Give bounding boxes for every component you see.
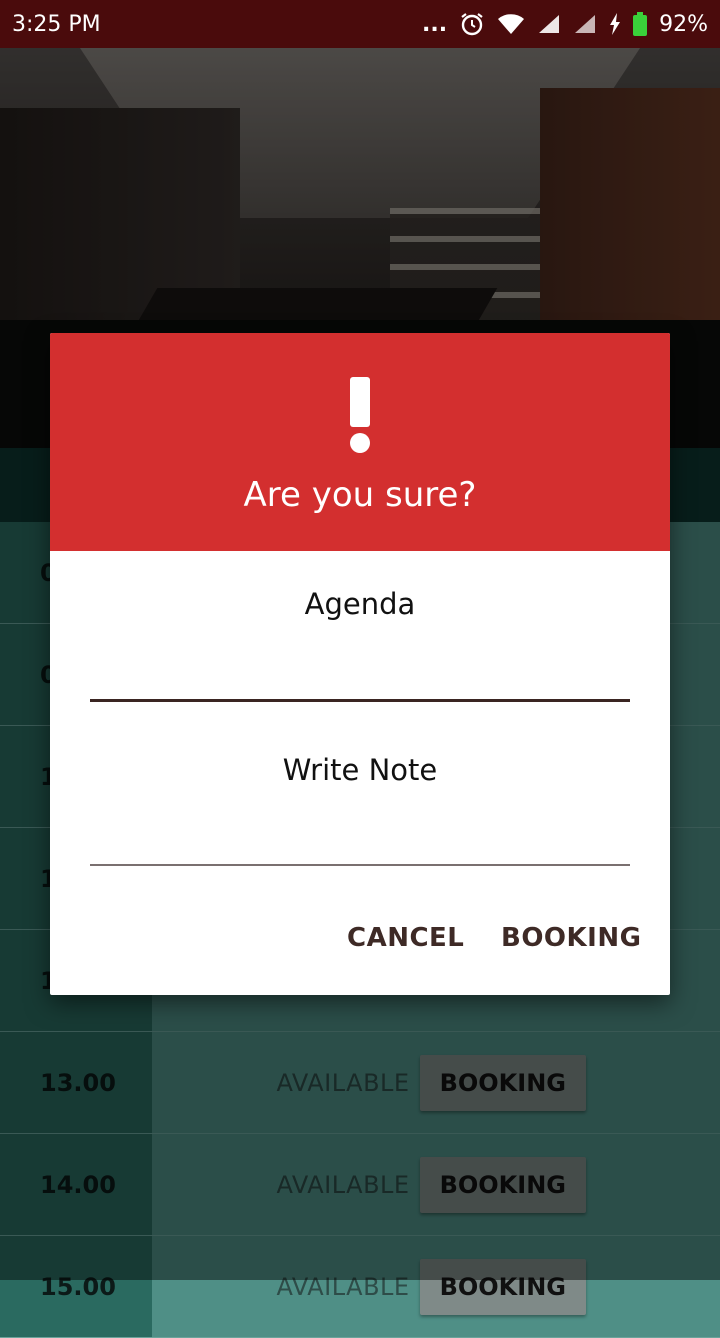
battery-icon bbox=[633, 12, 648, 36]
status-icons: ... 92% bbox=[422, 11, 708, 37]
dialog-title: Are you sure? bbox=[243, 475, 477, 515]
charging-icon bbox=[609, 13, 621, 35]
signal-icon bbox=[537, 13, 561, 35]
agenda-label: Agenda bbox=[304, 587, 416, 621]
signal-icon-2 bbox=[573, 13, 597, 35]
alarm-icon bbox=[459, 11, 485, 37]
confirm-dialog: Are you sure? Agenda Write Note CANCEL B… bbox=[50, 333, 670, 995]
note-label: Write Note bbox=[282, 753, 438, 787]
booking-button[interactable]: BOOKING bbox=[501, 923, 641, 953]
exclamation-icon bbox=[350, 377, 370, 453]
notification-overflow: ... bbox=[422, 11, 448, 37]
status-time: 3:25 PM bbox=[12, 11, 101, 37]
dialog-header: Are you sure? bbox=[50, 333, 670, 551]
status-bar: 3:25 PM ... 92% bbox=[0, 0, 720, 48]
agenda-input[interactable] bbox=[90, 699, 630, 702]
note-input[interactable] bbox=[90, 864, 630, 866]
cancel-button[interactable]: CANCEL bbox=[347, 923, 464, 953]
battery-percent: 92% bbox=[659, 11, 708, 37]
wifi-icon bbox=[497, 13, 525, 35]
